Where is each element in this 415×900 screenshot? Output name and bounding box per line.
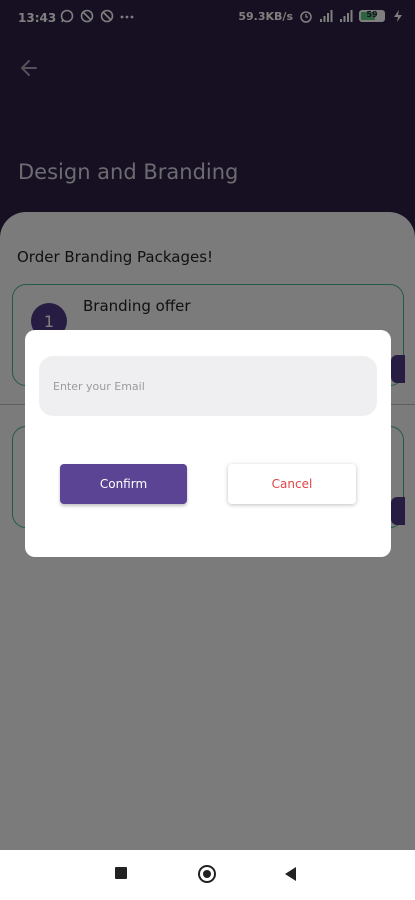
- recent-apps-icon[interactable]: [115, 867, 127, 879]
- app-screen: 13:43 59.3KB/s 59 Design a: [0, 0, 415, 850]
- home-icon[interactable]: [198, 865, 216, 883]
- email-input[interactable]: [39, 356, 377, 416]
- back-icon[interactable]: [285, 867, 296, 881]
- email-dialog: Confirm Cancel: [25, 330, 391, 557]
- cancel-button[interactable]: Cancel: [228, 464, 356, 504]
- confirm-button[interactable]: Confirm: [60, 464, 187, 504]
- navigation-bar: [0, 850, 415, 900]
